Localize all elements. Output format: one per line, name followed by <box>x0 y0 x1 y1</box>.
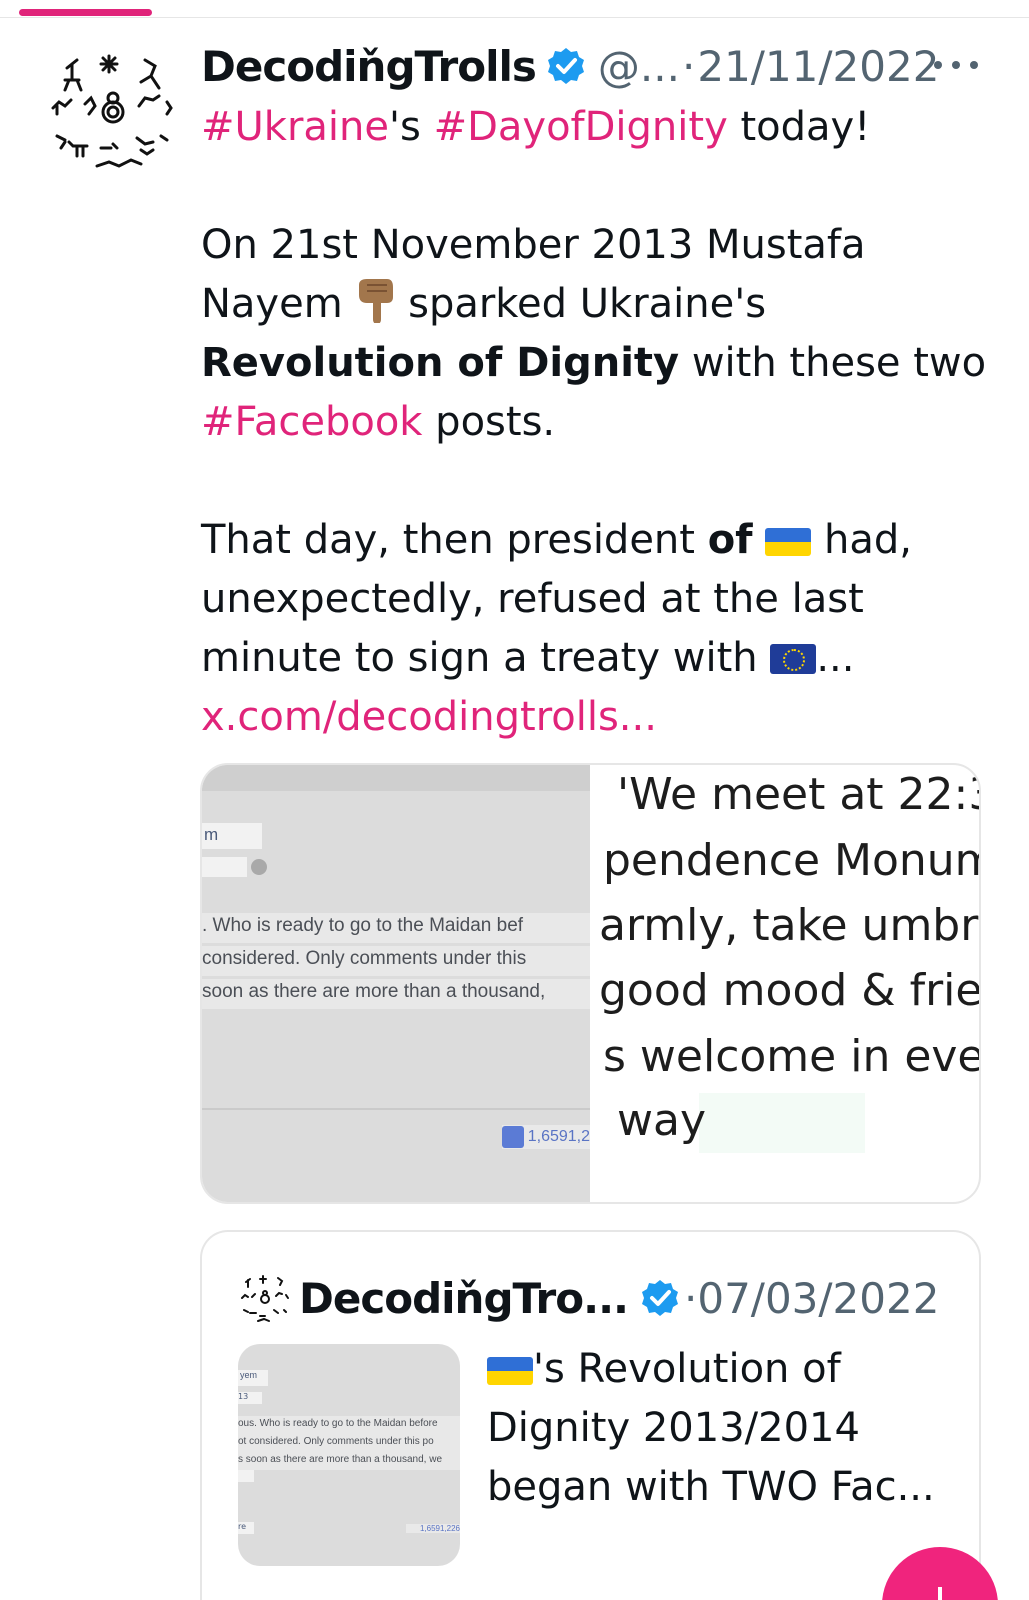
fb-like-count: 1,6591,2 <box>527 1128 590 1145</box>
text-fragment: Nayem <box>201 281 356 327</box>
media-image[interactable]: m . Who is ready to go to the Maidan bef… <box>200 763 981 1204</box>
ukraine-flag-icon <box>765 528 812 556</box>
quoted-text-line-1: 's Revolution of <box>487 1340 935 1399</box>
thumb-text-line-3: s soon as there are more than a thousand… <box>238 1452 460 1470</box>
fb-divider <box>202 1108 590 1110</box>
tweet-link[interactable]: x.com/decodingtrolls... <box>201 694 657 740</box>
quoted-tweet-header: DecodiňgTro... · 07/03/2022 <box>299 1270 939 1326</box>
verified-badge-icon <box>642 1280 678 1316</box>
highlight-box <box>699 1093 865 1153</box>
quote-line-4: good mood & frier <box>599 965 981 1016</box>
text-fragment: ... <box>816 635 855 681</box>
author-handle[interactable]: @... <box>598 42 680 91</box>
separator-dot: · <box>684 1273 698 1323</box>
text-line-5: #Facebook posts. <box>201 393 991 452</box>
fb-text-line-2: considered. Only comments under this <box>202 946 590 976</box>
thumb-text-line-1: ous. Who is ready to go to the Maidan be… <box>238 1416 460 1434</box>
top-divider <box>0 17 1029 18</box>
quoted-tweet-text: 's Revolution of Dignity 2013/2014 began… <box>487 1340 935 1517</box>
quoted-text-line-3: began with TWO Fac... <box>487 1464 935 1510</box>
text-line-2: On 21st November 2013 Mustafa <box>201 222 866 268</box>
fb-date-field <box>202 857 247 877</box>
quoted-tweet-date[interactable]: 07/03/2022 <box>697 1274 939 1323</box>
fb-text-line-1: . Who is ready to go to the Maidan bef <box>202 913 590 943</box>
globe-icon <box>251 859 267 875</box>
text-line-4: Revolution of Dignity with these two <box>201 334 991 393</box>
author-avatar[interactable] <box>47 46 179 178</box>
text-line-7: unexpectedly, refused at the last <box>201 576 864 622</box>
active-tab-indicator <box>19 9 152 16</box>
thumb-text-line-2: ot considered. Only comments under this … <box>238 1434 460 1452</box>
text-fragment: had, <box>811 517 912 563</box>
quoted-text-line-2: Dignity 2013/2014 <box>487 1405 860 1451</box>
fb-likes: 1,6591,2 <box>501 1125 590 1149</box>
thumb-name-field: yem <box>238 1370 268 1386</box>
text-fragment: 's Revolution of <box>533 1346 841 1392</box>
finger-pointing-down-icon <box>359 279 394 323</box>
hashtag-ukraine[interactable]: #Ukraine <box>201 104 389 150</box>
quote-line-6: way <box>617 1095 706 1146</box>
text-line-9: x.com/decodingtrolls... <box>201 688 991 747</box>
tweet-text: #Ukraine's #DayofDignity today! On 21st … <box>201 98 991 747</box>
quote-line-1: 'We meet at 22:3 <box>617 769 981 820</box>
text-fragment: 's <box>389 104 434 150</box>
quoted-author-name[interactable]: DecodiňgTro... <box>299 1274 629 1323</box>
facebook-post-screenshot: m . Who is ready to go to the Maidan bef… <box>202 765 590 1202</box>
petroglyph-avatar-icon <box>51 54 173 168</box>
thumb-like-count: 1,6591,226 <box>405 1524 460 1533</box>
hashtag-facebook[interactable]: #Facebook <box>201 399 422 445</box>
hashtag-dayofdignity[interactable]: #DayofDignity <box>434 104 728 150</box>
text-fragment: That day, then president <box>201 517 708 563</box>
quoted-author-avatar[interactable] <box>238 1272 292 1326</box>
ukraine-flag-icon <box>487 1357 533 1385</box>
quote-line-2: pendence Monum <box>603 835 981 886</box>
text-line-6: That day, then president of had, <box>201 511 991 570</box>
fb-header-band <box>202 765 590 791</box>
thumb-small-label: re <box>238 1522 254 1534</box>
quote-text-panel: 'We meet at 22:3 pendence Monum armly, t… <box>595 765 981 1202</box>
text-fragment: posts. <box>422 399 556 445</box>
tweet-date[interactable]: 21/11/2022 <box>697 42 939 91</box>
tweet-header: DecodiňgTrolls @... · 21/11/2022 <box>201 40 939 92</box>
fb-text-line-3: soon as there are more than a thousand, <box>202 979 590 1009</box>
text-fragment: with these two <box>679 340 987 386</box>
text-line-8: minute to sign a treaty with ... <box>201 629 991 688</box>
thumb-date-field: 13 <box>238 1392 262 1404</box>
quoted-tweet[interactable]: DecodiňgTro... · 07/03/2022 yem 13 ous. … <box>200 1230 981 1600</box>
text-line-1: #Ukraine's #DayofDignity today! <box>201 98 991 157</box>
separator-dot: · <box>681 41 696 91</box>
text-line-3: Nayem sparked Ukraine's <box>201 275 991 334</box>
thumbs-up-icon <box>501 1126 524 1148</box>
eu-flag-icon <box>770 644 817 674</box>
quote-line-5: s welcome in ever <box>603 1031 981 1082</box>
text-fragment: minute to sign a treaty with <box>201 635 771 681</box>
author-name[interactable]: DecodiňgTrolls <box>201 42 537 91</box>
quote-line-3: armly, take umbre <box>599 900 981 951</box>
verified-badge-icon <box>547 48 584 84</box>
bold-text: Revolution of Dignity <box>201 340 680 386</box>
text-fragment: sparked Ukraine's <box>395 281 767 327</box>
thumb-field <box>238 1470 254 1482</box>
quoted-tweet-thumbnail[interactable]: yem 13 ous. Who is ready to go to the Ma… <box>238 1344 460 1566</box>
fb-name-field: m <box>202 823 262 849</box>
text-fragment: today! <box>727 104 871 150</box>
bold-text: of <box>707 517 753 563</box>
more-options-icon[interactable] <box>934 53 978 77</box>
